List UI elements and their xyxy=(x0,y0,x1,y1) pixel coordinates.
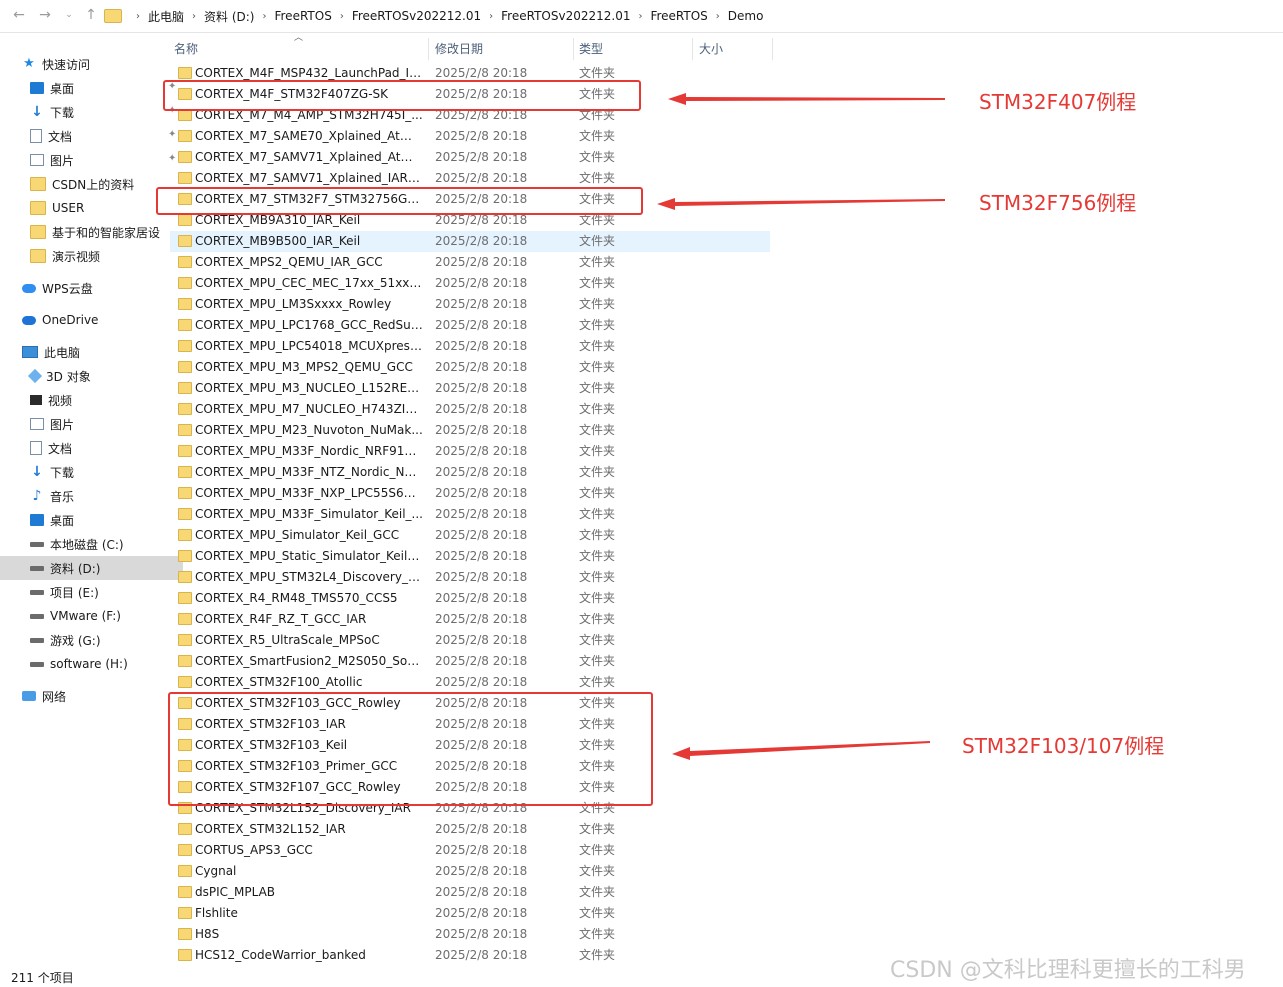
annotation-arrows xyxy=(657,93,945,760)
watermark: CSDN @文科比理科更擅长的工科男 xyxy=(890,958,1246,983)
annotation-label: STM32F407例程 xyxy=(979,90,1137,114)
arrow-icon xyxy=(672,741,930,760)
arrow-icon xyxy=(657,198,945,210)
status-item-count: 211 个项目 xyxy=(11,971,74,985)
annotation-label: STM32F103/107例程 xyxy=(962,734,1165,758)
annotation-label: STM32F756例程 xyxy=(979,191,1137,215)
arrow-icon xyxy=(668,93,945,105)
